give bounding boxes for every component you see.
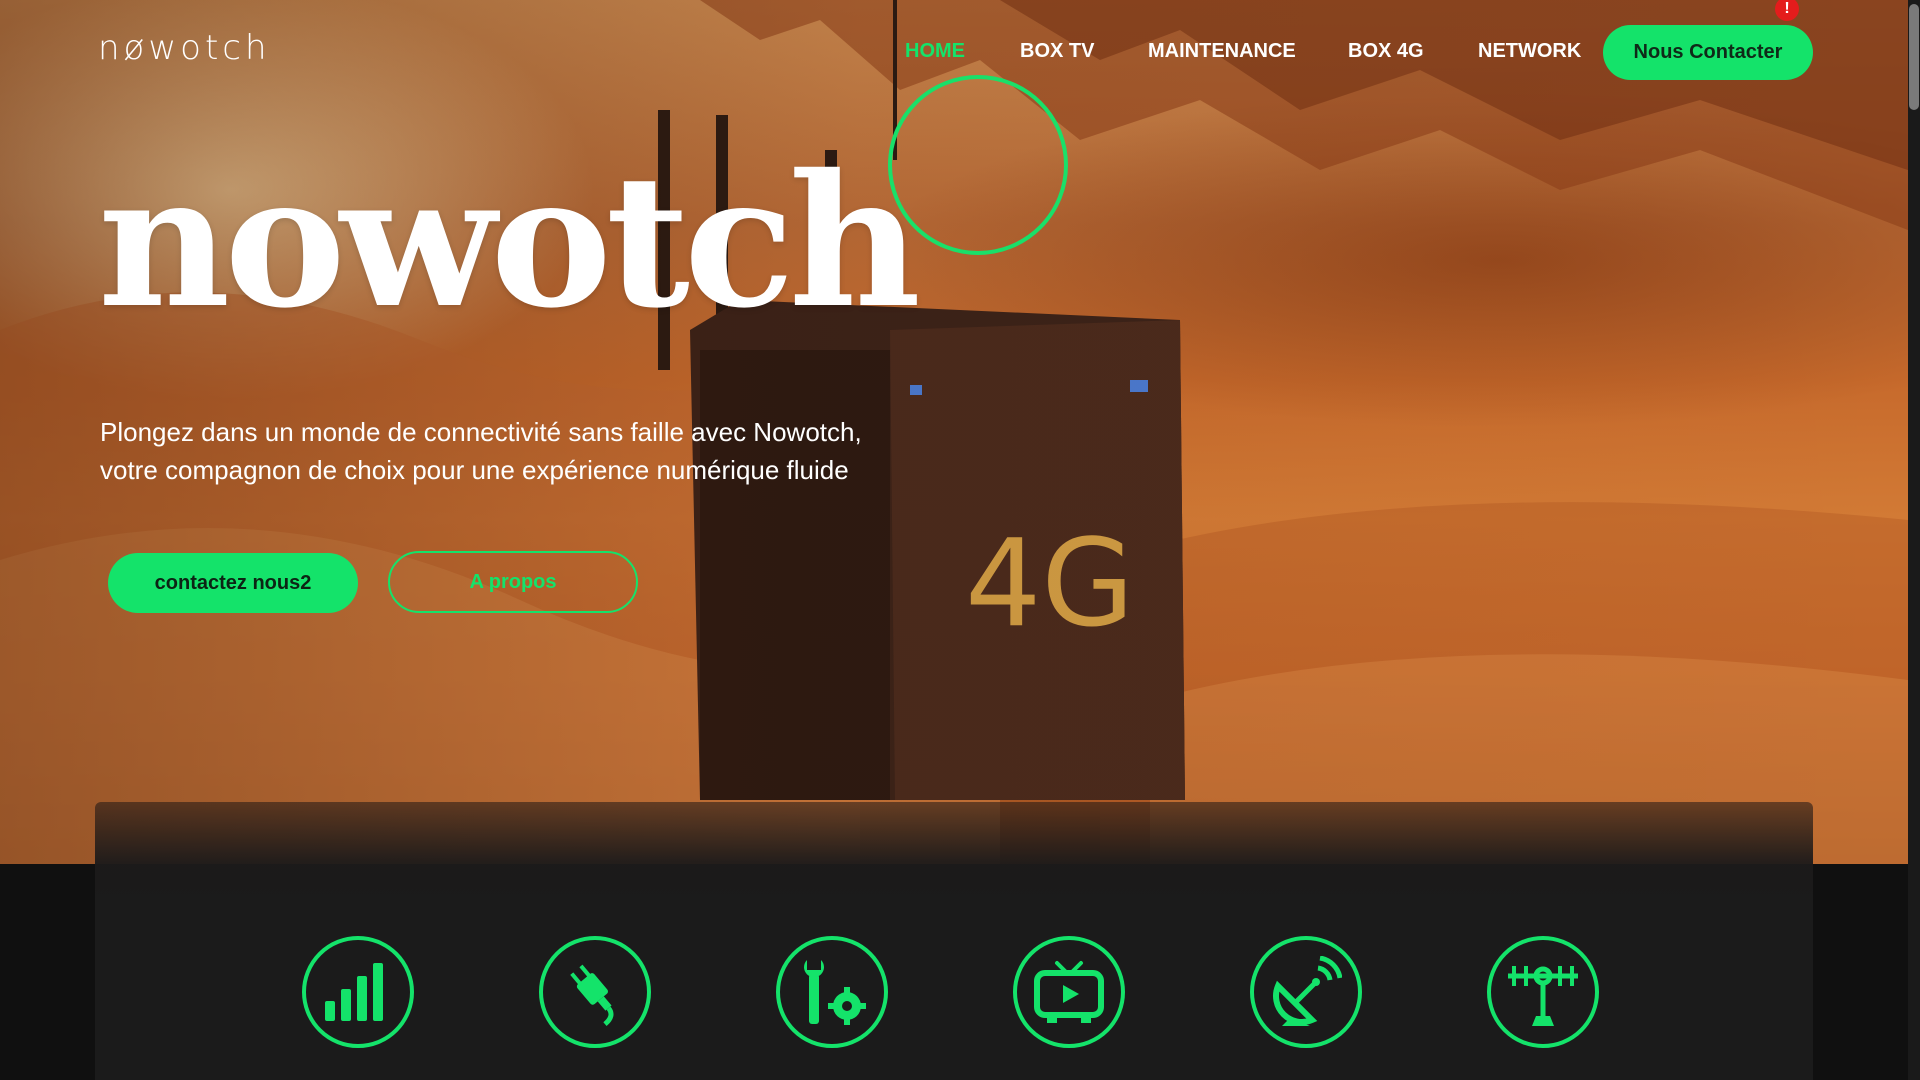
service-plug[interactable]	[539, 936, 651, 1048]
tagline-line-1: Plongez dans un monde de connectivité sa…	[100, 417, 862, 447]
nav-item-home[interactable]: HOME	[905, 40, 965, 63]
tv-play-icon	[1034, 961, 1104, 1023]
service-tv[interactable]	[1013, 936, 1125, 1048]
cursor-highlight-ring	[888, 75, 1068, 255]
service-maintenance[interactable]	[776, 936, 888, 1048]
nav-item-network[interactable]: NETWORK	[1478, 40, 1581, 63]
hero-tagline: Plongez dans un monde de connectivité sa…	[100, 413, 1000, 489]
nav-item-box-tv[interactable]: BOX TV	[1020, 40, 1094, 63]
tagline-line-2: votre compagnon de choix pour une expéri…	[100, 455, 849, 485]
service-signal[interactable]	[302, 936, 414, 1048]
service-satellite[interactable]	[1250, 936, 1362, 1048]
contact-us-button[interactable]: contactez nous2	[108, 553, 358, 613]
contact-button[interactable]: Nous Contacter	[1603, 25, 1813, 80]
scrollbar-thumb[interactable]	[1909, 4, 1919, 110]
nav-item-box-4g[interactable]: BOX 4G	[1348, 40, 1424, 63]
nav-item-maintenance[interactable]: MAINTENANCE	[1148, 40, 1296, 63]
service-antenna[interactable]	[1487, 936, 1599, 1048]
page-scrollbar[interactable]	[1908, 0, 1920, 1080]
antenna-icon	[1508, 966, 1578, 1026]
satellite-dish-icon	[1273, 956, 1342, 1026]
signal-bars-icon	[325, 963, 383, 1021]
about-button[interactable]: A propos	[388, 551, 638, 613]
tools-gear-icon	[804, 960, 866, 1025]
plug-icon	[570, 964, 614, 1027]
hero-title: nowotch	[98, 134, 921, 348]
site-logo[interactable]: nøwotch	[98, 28, 271, 68]
